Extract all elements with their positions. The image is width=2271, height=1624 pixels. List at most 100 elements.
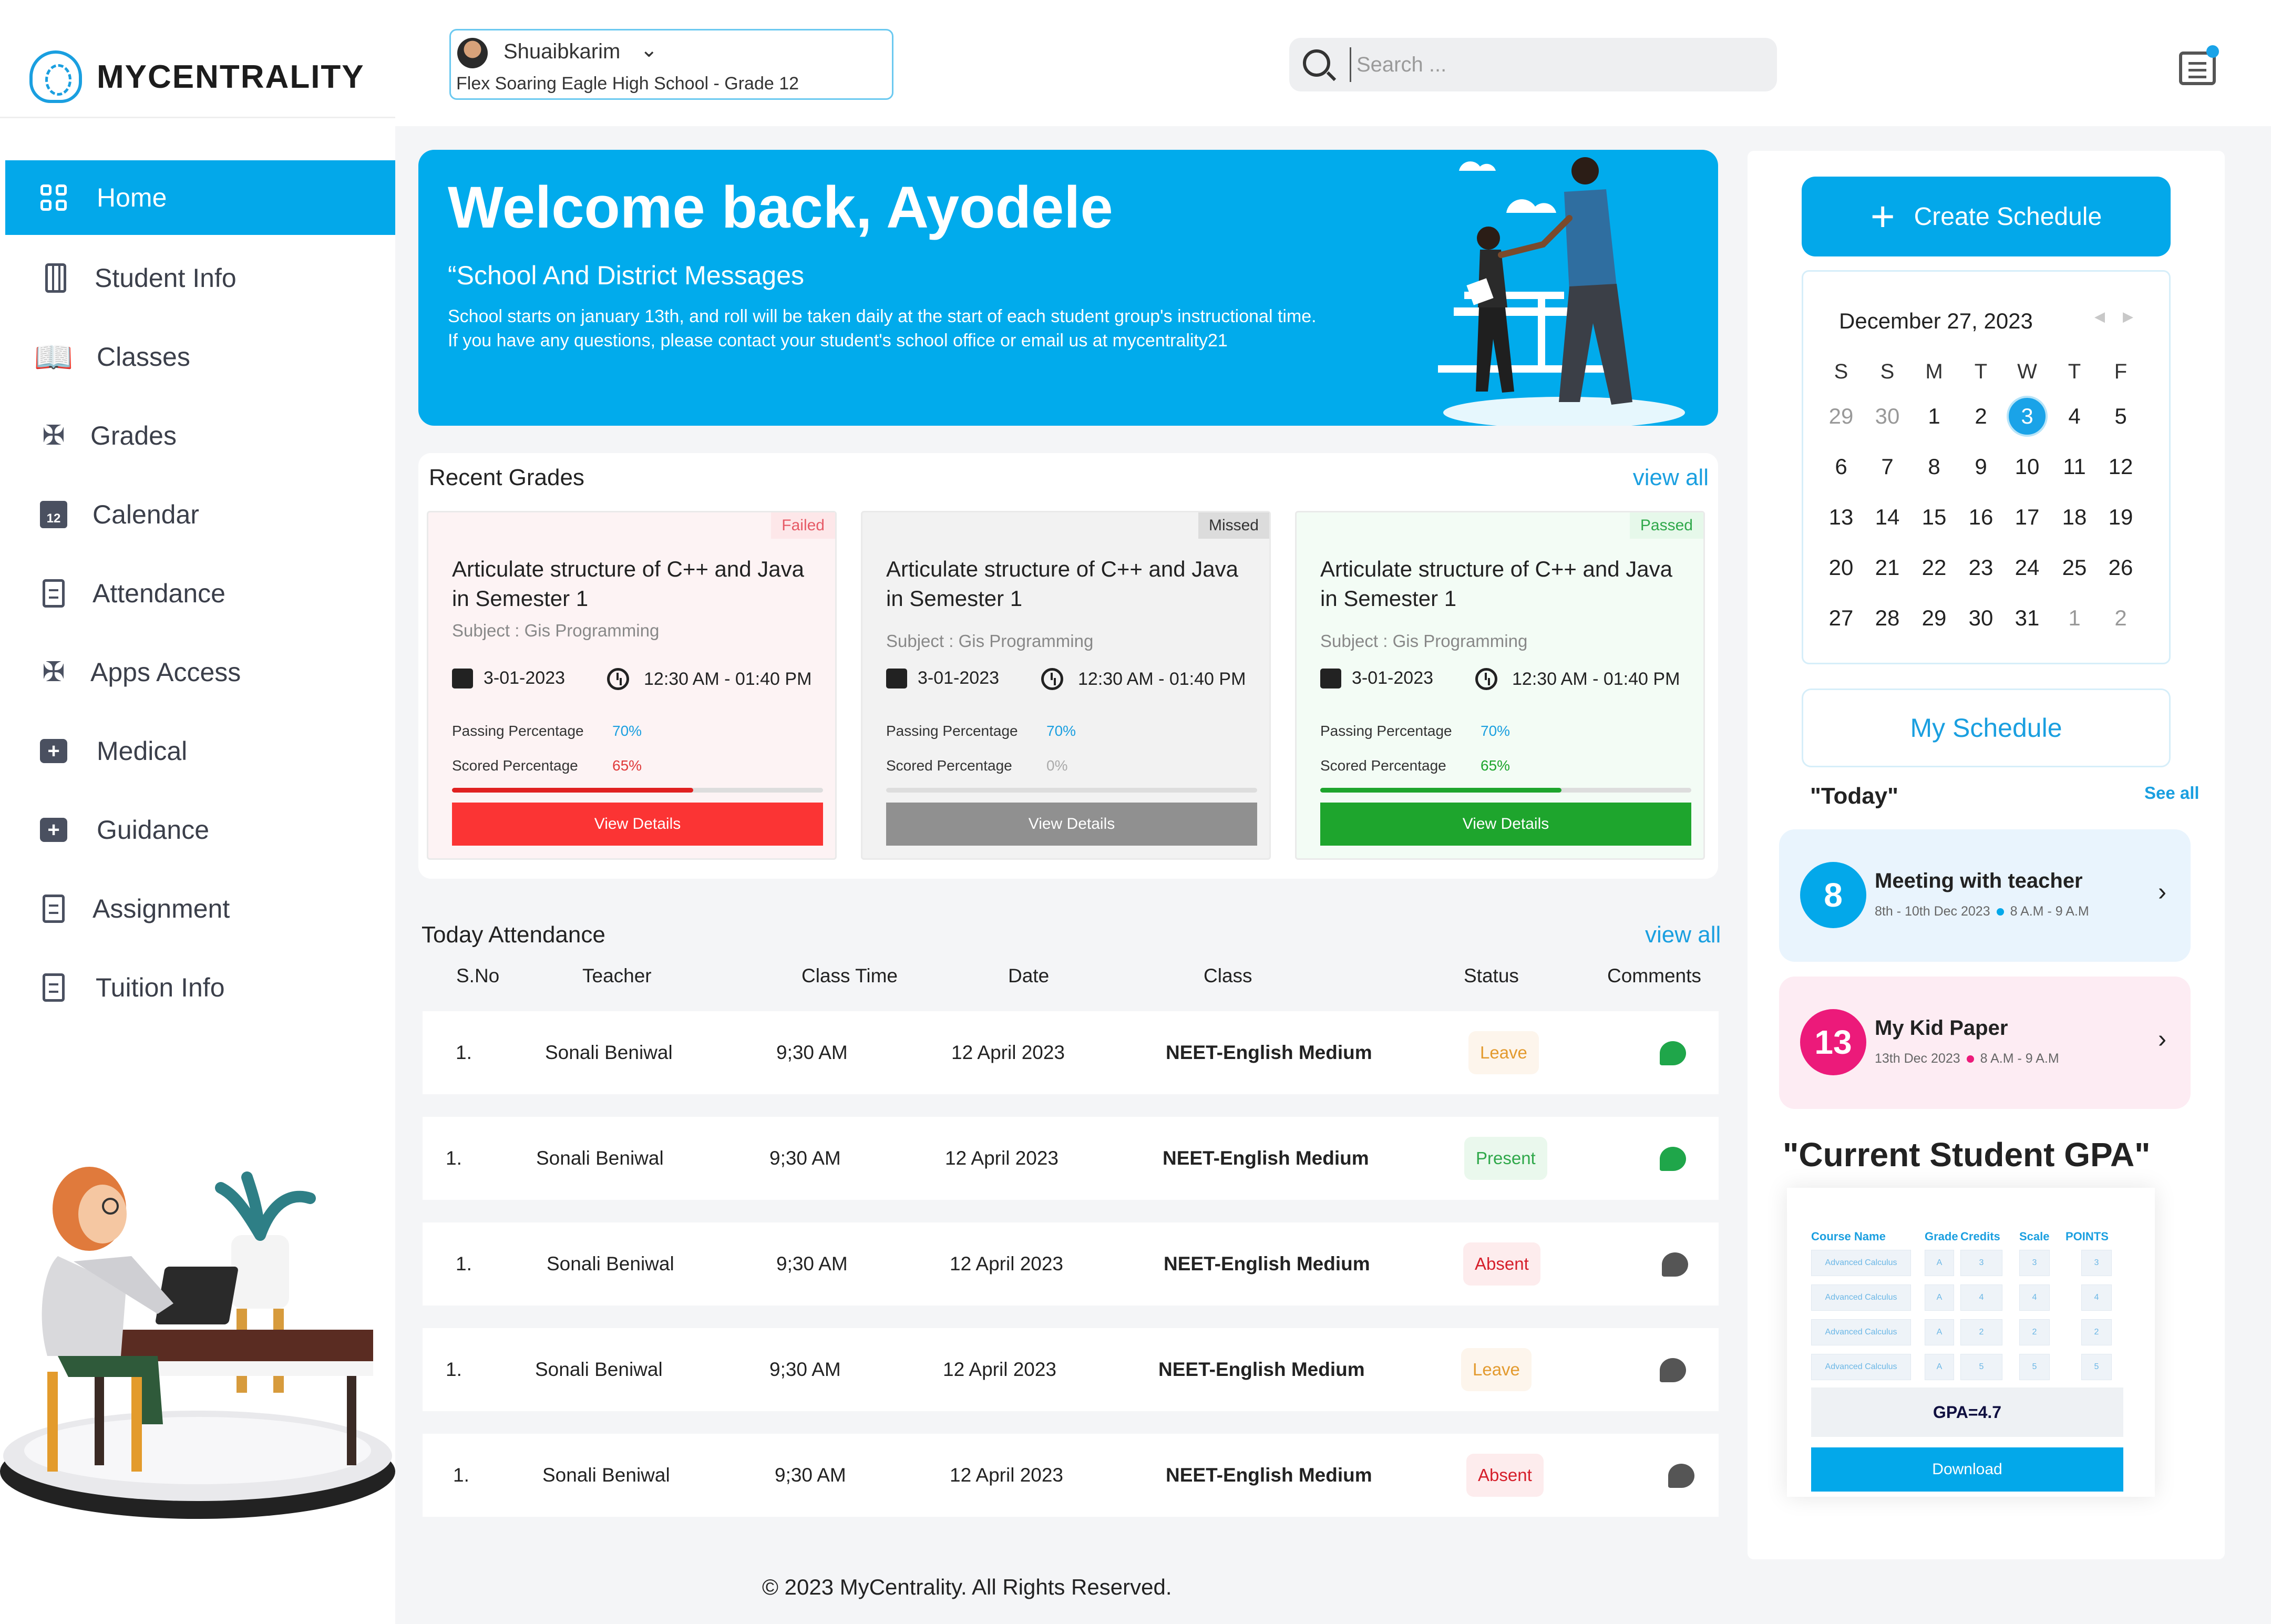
calendar-day[interactable]: 7 xyxy=(1867,446,1908,487)
sidebar-item-classes[interactable]: 📖 Classes xyxy=(0,320,395,394)
sidebar-item-label: Tuition Info xyxy=(96,973,225,1002)
table-row[interactable]: 1. Sonali Beniwal 9;30 AM 12 April 2023 … xyxy=(423,1117,1719,1200)
sidebar-item-assignment[interactable]: Assignment xyxy=(0,871,395,946)
download-button[interactable]: Download xyxy=(1811,1447,2123,1492)
sidebar-item-grades[interactable]: ✠ Grades xyxy=(0,398,395,473)
calendar-day[interactable]: 3 xyxy=(2007,396,2048,437)
calendar-day[interactable]: 2 xyxy=(1960,396,2001,437)
passing-value: 70% xyxy=(1046,723,1076,739)
sidebar-item-attendance[interactable]: Attendance xyxy=(0,556,395,631)
comment-icon[interactable] xyxy=(1668,1464,1694,1488)
calendar-day[interactable]: 30 xyxy=(1960,598,2001,639)
comment-icon[interactable] xyxy=(1660,1358,1686,1382)
calendar-day[interactable]: 19 xyxy=(2100,497,2141,538)
sidebar-item-medical[interactable]: + Medical xyxy=(0,714,395,788)
calendar-day[interactable]: 15 xyxy=(1914,497,1955,538)
calendar-day[interactable]: 4 xyxy=(2054,396,2095,437)
calendar-day[interactable]: 22 xyxy=(1914,547,1955,588)
search-input[interactable] xyxy=(1350,47,1760,82)
calendar-day[interactable]: 27 xyxy=(1821,598,1862,639)
schedule-day-badge: 8 xyxy=(1800,862,1866,928)
calendar-day[interactable]: 2 xyxy=(2100,598,2141,639)
calendar-day[interactable]: 26 xyxy=(2100,547,2141,588)
calendar-day[interactable]: 21 xyxy=(1867,547,1908,588)
calendar-day[interactable]: 24 xyxy=(2007,547,2048,588)
calendar-day[interactable]: 13 xyxy=(1821,497,1862,538)
attendance-view-all-link[interactable]: view all xyxy=(1645,922,1721,948)
calendar-day[interactable]: 17 xyxy=(2007,497,2048,538)
profile-switcher[interactable]: Shuaibkarim ⌄ Flex Soaring Eagle High Sc… xyxy=(449,29,893,100)
row-teacher: Sonali Beniwal xyxy=(545,1042,673,1063)
calendar-day[interactable]: 5 xyxy=(2100,396,2141,437)
my-schedule-button[interactable]: My Schedule xyxy=(1802,688,2171,767)
table-row[interactable]: 1. Sonali Beniwal 9;30 AM 12 April 2023 … xyxy=(423,1011,1719,1094)
sidebar-item-home[interactable]: Home xyxy=(0,160,395,235)
view-details-button[interactable]: View Details xyxy=(886,803,1257,846)
recent-grades-panel: Recent Grades view all Failed Articulate… xyxy=(418,453,1718,879)
row-class: NEET-English Medium xyxy=(1166,1042,1372,1063)
calendar-day[interactable]: 18 xyxy=(2054,497,2095,538)
calendar-day[interactable]: 8 xyxy=(1914,446,1955,487)
calendar-day[interactable]: 29 xyxy=(1914,598,1955,639)
welcome-subtitle: “School And District Messages xyxy=(448,261,805,290)
clock-icon xyxy=(1041,668,1063,690)
create-schedule-button[interactable]: + Create Schedule xyxy=(1802,177,2171,256)
row-class: NEET-English Medium xyxy=(1166,1464,1372,1486)
gpa-cell: 3 xyxy=(2019,1250,2050,1276)
schedule-item[interactable]: 8 Meeting with teacher 8th - 10th Dec 20… xyxy=(1779,829,2191,962)
document-icon xyxy=(38,893,69,924)
app-logo[interactable]: MYCENTRALITY xyxy=(29,50,365,103)
view-details-button[interactable]: View Details xyxy=(452,803,823,846)
calendar-day[interactable]: 6 xyxy=(1821,446,1862,487)
table-row[interactable]: 1. Sonali Beniwal 9;30 AM 12 April 2023 … xyxy=(423,1434,1719,1517)
gpa-cell: 2 xyxy=(2081,1319,2112,1345)
calendar-weekday: F xyxy=(2114,360,2128,383)
chevron-right-icon: › xyxy=(2158,878,2166,906)
welcome-title: Welcome back, Ayodele xyxy=(448,174,1113,240)
comment-icon[interactable] xyxy=(1660,1147,1686,1171)
gpa-cell: A xyxy=(1925,1319,1954,1345)
sidebar-item-tuition-info[interactable]: Tuition Info xyxy=(0,950,395,1025)
calendar-day[interactable]: 28 xyxy=(1867,598,1908,639)
calendar-day[interactable]: 12 xyxy=(2100,446,2141,487)
calendar-day[interactable]: 30 xyxy=(1867,396,1908,437)
sidebar-item-calendar[interactable]: 12 Calendar xyxy=(0,477,395,552)
calendar-day[interactable]: 16 xyxy=(1960,497,2001,538)
chevron-right-icon[interactable]: ▶ xyxy=(2123,309,2133,325)
gpa-cell: 2 xyxy=(2019,1319,2050,1345)
calendar-day[interactable]: 23 xyxy=(1960,547,2001,588)
gpa-cell: 5 xyxy=(2081,1354,2112,1380)
table-row[interactable]: 1. Sonali Beniwal 9;30 AM 12 April 2023 … xyxy=(423,1222,1719,1306)
calendar-day[interactable]: 25 xyxy=(2054,547,2095,588)
see-all-link[interactable]: See all xyxy=(2144,783,2200,803)
calendar-day[interactable]: 10 xyxy=(2007,446,2048,487)
sidebar-item-apps-access[interactable]: ✠ Apps Access xyxy=(0,635,395,710)
table-row[interactable]: 1. Sonali Beniwal 9;30 AM 12 April 2023 … xyxy=(423,1328,1719,1411)
comment-icon[interactable] xyxy=(1660,1041,1686,1065)
calendar-weekday: W xyxy=(2017,360,2037,383)
sidebar-item-guidance[interactable]: + Guidance xyxy=(0,793,395,867)
gpa-cell: A xyxy=(1925,1354,1954,1380)
calendar-day[interactable]: 14 xyxy=(1867,497,1908,538)
calendar-day[interactable]: 20 xyxy=(1821,547,1862,588)
sidebar-item-student-info[interactable]: Student Info xyxy=(0,241,395,315)
search-icon[interactable] xyxy=(1303,49,1330,77)
chevron-left-icon[interactable]: ◀ xyxy=(2094,309,2105,325)
gpa-cell: 2 xyxy=(1960,1319,2002,1345)
column-header: Comments xyxy=(1607,965,1701,986)
calendar-day[interactable]: 9 xyxy=(1960,446,2001,487)
grades-view-all-link[interactable]: view all xyxy=(1633,465,1709,491)
calendar-day[interactable]: 29 xyxy=(1821,396,1862,437)
calendar-day[interactable]: 11 xyxy=(2054,446,2095,487)
row-date: 12 April 2023 xyxy=(951,1042,1065,1063)
sidebar-item-label: Classes xyxy=(97,342,190,372)
calendar-day[interactable]: 31 xyxy=(2007,598,2048,639)
calendar-day[interactable]: 1 xyxy=(2054,598,2095,639)
chevron-down-icon[interactable]: ⌄ xyxy=(640,38,658,62)
calendar-day[interactable]: 1 xyxy=(1914,396,1955,437)
book-icon: 📖 xyxy=(34,339,74,375)
scored-label: Scored Percentage xyxy=(452,757,578,774)
view-details-button[interactable]: View Details xyxy=(1320,803,1691,846)
comment-icon[interactable] xyxy=(1662,1252,1688,1277)
schedule-item[interactable]: 13 My Kid Paper 13th Dec 2023 8 A.M - 9 … xyxy=(1779,977,2191,1109)
